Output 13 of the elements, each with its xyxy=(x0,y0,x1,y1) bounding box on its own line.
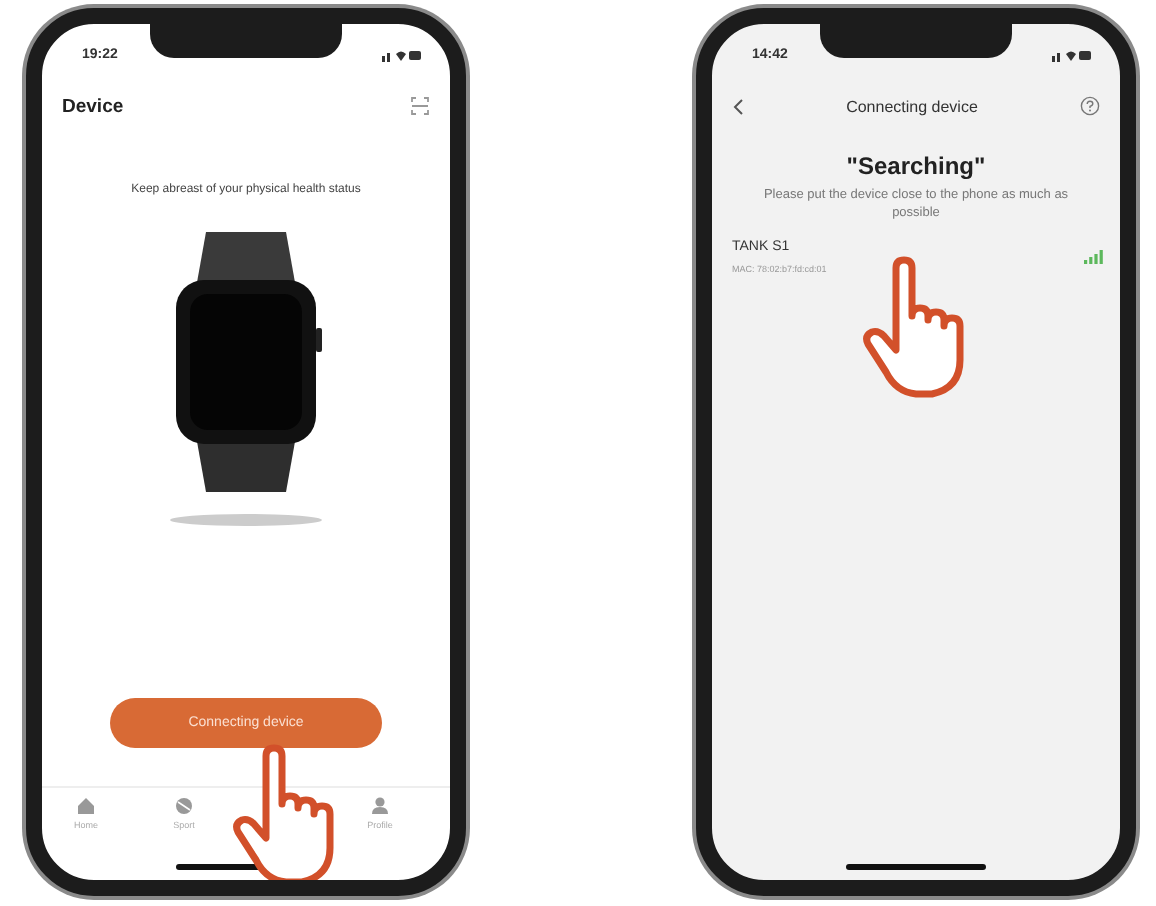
scan-icon xyxy=(410,96,430,116)
page-title: Device xyxy=(62,95,124,117)
status-icons-drawing xyxy=(1052,47,1092,61)
back-icon xyxy=(732,97,744,115)
status-icons-drawing xyxy=(382,47,422,61)
page-title: Connecting device xyxy=(846,97,978,115)
ball-icon xyxy=(174,796,194,816)
help-icon xyxy=(1079,96,1100,116)
search-heading: "Searching" xyxy=(844,152,988,180)
home-indicator xyxy=(846,864,986,870)
person-icon xyxy=(370,796,390,816)
house-icon xyxy=(76,796,96,816)
signal-strength-icon xyxy=(1084,248,1104,265)
